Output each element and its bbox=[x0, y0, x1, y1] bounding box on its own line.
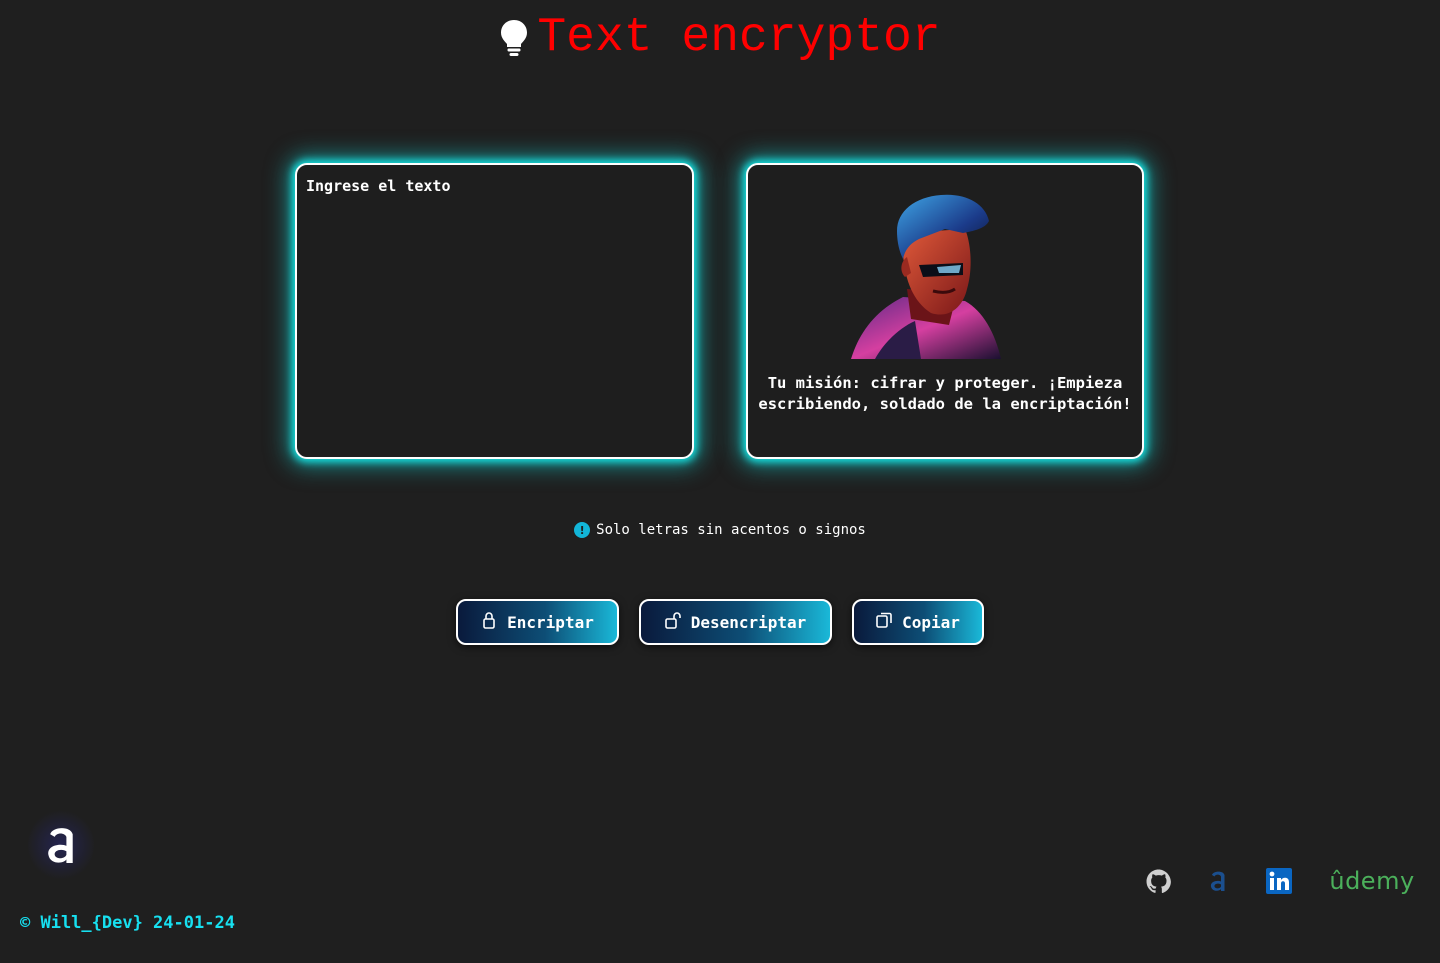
info-icon: ! bbox=[574, 522, 591, 538]
lightbulb-icon bbox=[499, 18, 529, 58]
input-hint: ! Solo letras sin acentos o signos bbox=[0, 522, 1440, 538]
alura-logo bbox=[28, 810, 94, 880]
lock-icon bbox=[481, 611, 497, 633]
output-panel: Tu misión: cifrar y proteger. ¡Empieza e… bbox=[746, 163, 1144, 459]
page-title: Text encryptor bbox=[537, 11, 941, 65]
copy-button-label: Copiar bbox=[902, 612, 960, 632]
page-header: Text encryptor bbox=[0, 8, 1440, 68]
copy-button[interactable]: Copiar bbox=[852, 599, 984, 645]
encrypt-button[interactable]: Encriptar bbox=[456, 599, 619, 645]
linkedin-icon[interactable] bbox=[1265, 862, 1293, 900]
decrypt-button-label: Desencriptar bbox=[690, 612, 807, 632]
cyborg-illustration bbox=[845, 193, 1017, 363]
copy-icon bbox=[876, 611, 892, 633]
github-icon[interactable] bbox=[1144, 862, 1172, 900]
output-message: Tu misión: cifrar y proteger. ¡Empieza e… bbox=[758, 374, 1132, 413]
text-input[interactable] bbox=[297, 165, 692, 457]
encrypt-button-label: Encriptar bbox=[507, 612, 594, 632]
udemy-icon[interactable]: ûdemy bbox=[1329, 862, 1414, 900]
decrypt-button[interactable]: Desencriptar bbox=[639, 599, 832, 645]
copyright: © Will_{Dev} 24-01-24 bbox=[20, 913, 235, 933]
input-hint-text: Solo letras sin acentos o signos bbox=[596, 522, 866, 538]
unlock-icon bbox=[664, 611, 681, 633]
alura-icon[interactable] bbox=[1206, 862, 1230, 900]
input-panel bbox=[295, 163, 694, 459]
